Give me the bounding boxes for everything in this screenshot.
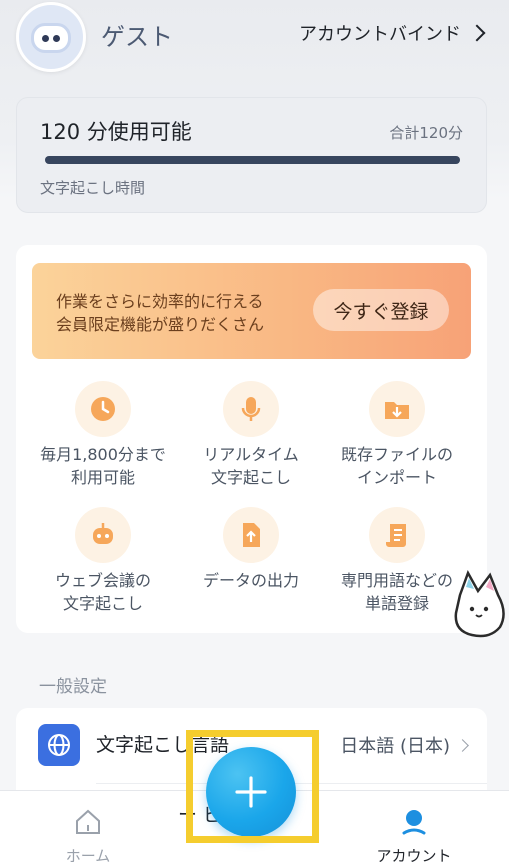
microphone-icon <box>223 381 279 437</box>
feature-data-export[interactable]: データの出力 <box>176 507 326 592</box>
feature-label: 利用可能 <box>70 468 135 487</box>
promo-line1: 作業をさらに効率的に行える <box>56 292 264 311</box>
chevron-right-icon <box>456 738 469 752</box>
home-icon <box>76 809 100 834</box>
feature-import[interactable]: 既存ファイルの インポート <box>322 381 472 489</box>
feature-label: 既存ファイルの <box>340 445 453 464</box>
feature-label: 毎月1,800分まで <box>40 445 166 464</box>
promo-line2: 会員限定機能が盛りだくさん <box>56 315 265 334</box>
file-export-icon <box>223 507 279 563</box>
usage-subtitle: 文字起こし時間 <box>40 179 146 197</box>
register-now-button[interactable]: 今すぐ登録 <box>313 289 449 331</box>
feature-label: インポート <box>356 468 437 487</box>
nav-account-label: アカウント <box>376 847 452 865</box>
feature-web-meeting[interactable]: ウェブ会議の 文字起こし <box>28 507 178 615</box>
usage-card: 120 分使用可能 合計120分 文字起こし時間 <box>16 97 487 213</box>
feature-label: データの出力 <box>202 571 299 590</box>
chevron-right-icon <box>468 24 486 42</box>
feature-label: 文字起こし <box>210 468 291 487</box>
promo-text: 作業をさらに効率的に行える 会員限定機能が盛りだくさん <box>56 290 264 336</box>
general-settings-title: 一般設定 <box>39 677 107 697</box>
globe-icon <box>38 724 80 766</box>
header: ゲスト アカウントバインド <box>0 0 509 72</box>
robot-icon <box>75 507 131 563</box>
feature-monthly-minutes[interactable]: 毎月1,800分まで 利用可能 <box>28 381 178 489</box>
usage-title: 120 分使用可能 <box>40 120 192 144</box>
cat-mascot-icon <box>450 565 509 644</box>
language-value-text: 日本語 (日本) <box>340 736 450 757</box>
clock-icon <box>75 381 131 437</box>
feature-label: リアルタイム <box>203 445 299 464</box>
nav-home-label: ホーム <box>65 847 111 865</box>
highlight-box <box>186 730 319 843</box>
usage-progress-bar <box>45 156 460 164</box>
member-features-card: 作業をさらに効率的に行える 会員限定機能が盛りだくさん 今すぐ登録 毎月1,80… <box>16 245 487 633</box>
usage-total: 合計120分 <box>389 124 463 142</box>
feature-label: ウェブ会議の <box>54 571 151 590</box>
transcription-language-value[interactable]: 日本語 (日本) <box>340 732 469 758</box>
user-name[interactable]: ゲスト <box>101 17 173 52</box>
feature-realtime[interactable]: リアルタイム 文字起こし <box>176 381 326 489</box>
folder-import-icon <box>369 381 425 437</box>
scroll-icon <box>369 507 425 563</box>
avatar-robot-icon <box>31 23 71 53</box>
account-icon <box>402 810 426 835</box>
feature-label: 文字起こし <box>62 594 143 613</box>
nav-home[interactable]: ホーム <box>38 807 138 866</box>
avatar[interactable] <box>16 2 86 72</box>
nav-account[interactable]: アカウント <box>364 807 464 866</box>
usage-progress-fill <box>45 156 460 164</box>
promo-banner[interactable]: 作業をさらに効率的に行える 会員限定機能が盛りだくさん 今すぐ登録 <box>32 263 471 359</box>
account-bind-link[interactable]: アカウントバインド <box>299 20 486 46</box>
account-bind-label: アカウントバインド <box>299 24 461 45</box>
